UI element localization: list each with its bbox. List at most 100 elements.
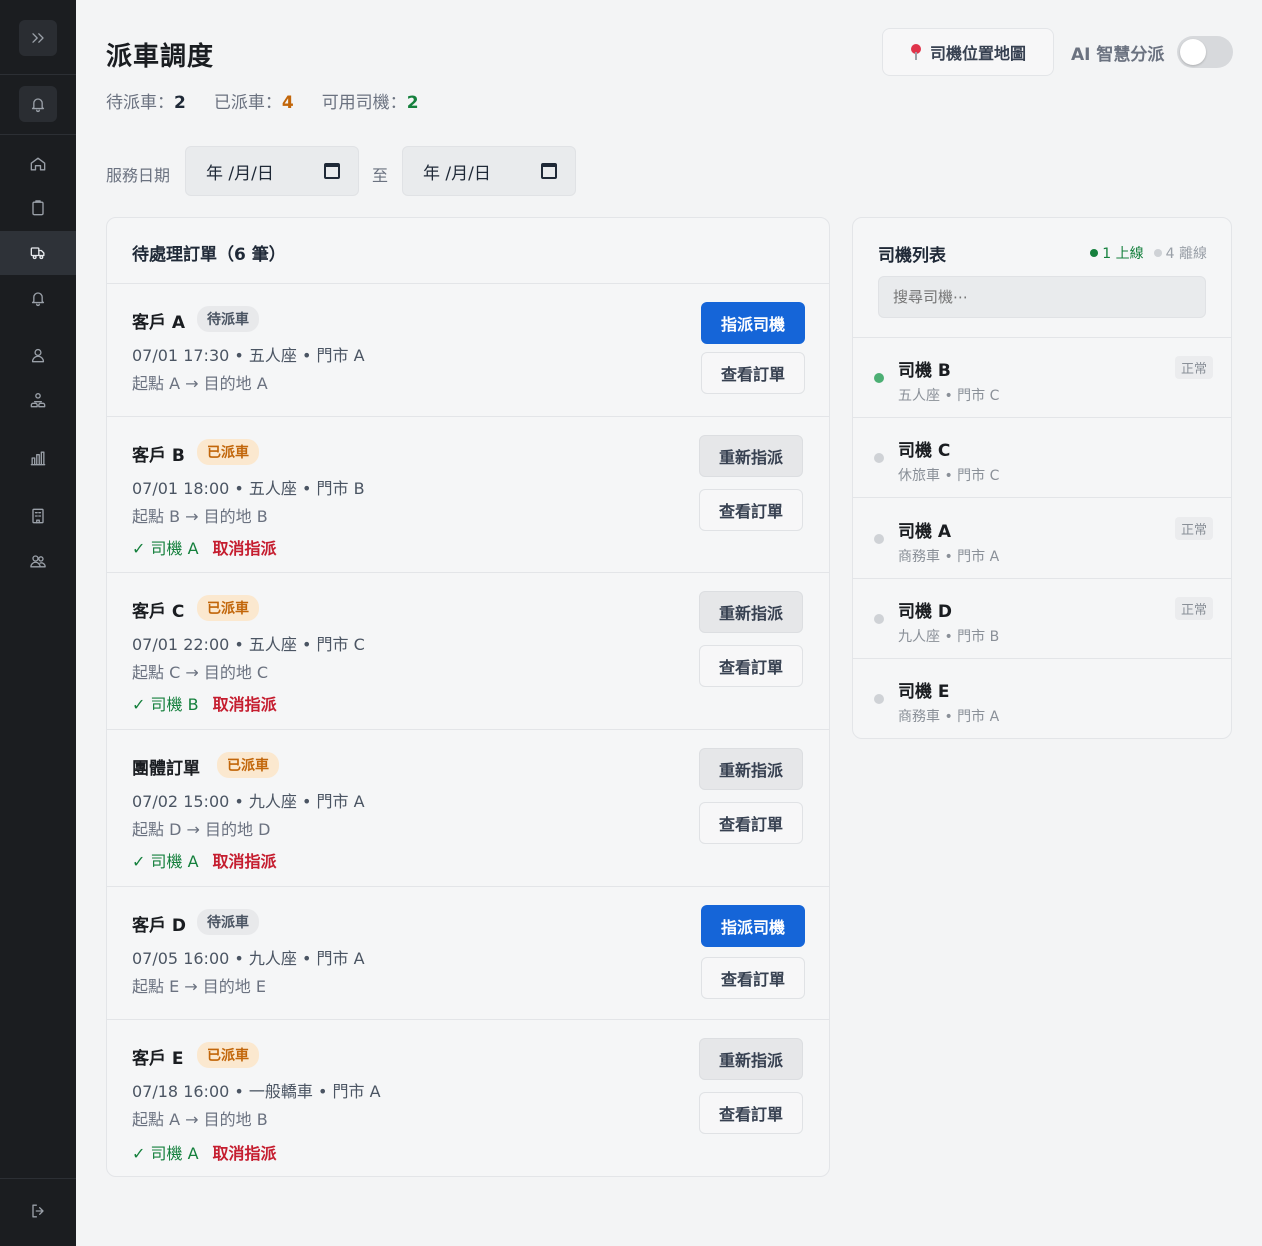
sidebar-item-stores[interactable] bbox=[19, 498, 57, 534]
driver-meta: 五人座 • 門市 C bbox=[898, 388, 1000, 404]
driver-status-badge: 正常 bbox=[1174, 356, 1213, 379]
driver-search-input[interactable] bbox=[878, 276, 1206, 318]
offline-status-dot bbox=[874, 694, 884, 704]
view-order-button[interactable]: 查看訂單 bbox=[699, 1092, 803, 1134]
driver-item[interactable]: 司機 A 商務車 • 門市 A 正常 bbox=[853, 499, 1231, 579]
order-customer-name: 客戶 E bbox=[132, 1049, 184, 1069]
stat-available-drivers: 可用司機：2 bbox=[321, 93, 419, 113]
calendar-icon[interactable] bbox=[541, 163, 557, 179]
dispatch-stats: 待派車：2 已派車：4 可用司機：2 bbox=[106, 88, 419, 113]
stat-dispatched-value: 4 bbox=[281, 93, 294, 113]
cancel-assignment-link[interactable]: 取消指派 bbox=[213, 852, 277, 871]
order-route: 起點 A → 目的地 B bbox=[132, 1110, 268, 1129]
toggle-knob bbox=[1180, 39, 1206, 65]
driver-online-legend: 1 上線 4 離線 bbox=[1090, 243, 1207, 263]
status-badge: 已派車 bbox=[197, 439, 259, 465]
order-card: 客戶 C 已派車 07/01 22:00 • 五人座 • 門市 C 起點 C →… bbox=[107, 573, 829, 730]
reassign-button[interactable]: 重新指派 bbox=[699, 591, 803, 633]
order-route: 起點 B → 目的地 B bbox=[132, 507, 268, 526]
status-badge: 待派車 bbox=[197, 306, 259, 332]
driver-meta: 商務車 • 門市 A bbox=[898, 549, 1000, 565]
stat-dispatched: 已派車：4 bbox=[213, 93, 294, 113]
sidebar-item-orders[interactable] bbox=[19, 190, 57, 226]
driver-map-button[interactable]: 司機位置地圖 bbox=[882, 28, 1054, 76]
status-badge: 已派車 bbox=[197, 595, 259, 621]
driver-item[interactable]: 司機 D 九人座 • 門市 B 正常 bbox=[853, 579, 1231, 659]
sidebar-item-alerts[interactable] bbox=[19, 86, 57, 122]
order-customer-name: 團體訂單 bbox=[132, 759, 200, 779]
expand-sidebar-button[interactable] bbox=[19, 20, 57, 56]
driver-name: 司機 C bbox=[898, 441, 951, 461]
driver-name: 司機 B bbox=[898, 361, 951, 381]
calendar-icon[interactable] bbox=[324, 163, 340, 179]
chart-icon bbox=[30, 451, 46, 466]
driver-meta: 九人座 • 門市 B bbox=[898, 629, 1000, 645]
view-order-button[interactable]: 查看訂單 bbox=[699, 645, 803, 687]
order-route: 起點 D → 目的地 D bbox=[132, 820, 271, 839]
order-card: 團體訂單 已派車 07/02 15:00 • 九人座 • 門市 A 起點 D →… bbox=[107, 730, 829, 887]
page-title: 派車調度 bbox=[106, 42, 215, 72]
team-icon bbox=[30, 393, 46, 408]
sidebar-divider bbox=[0, 74, 76, 75]
bell-icon bbox=[31, 98, 45, 113]
cancel-assignment-link[interactable]: 取消指派 bbox=[213, 1144, 277, 1163]
order-customer-name: 客戶 D bbox=[132, 916, 187, 936]
driver-status-badge: 正常 bbox=[1174, 597, 1213, 620]
sidebar-item-team[interactable] bbox=[19, 382, 57, 418]
sidebar-item-dispatch[interactable] bbox=[19, 235, 57, 271]
assigned-driver: ✓ 司機 A 取消指派 bbox=[132, 852, 277, 871]
logout-button[interactable] bbox=[19, 1193, 57, 1229]
status-badge: 已派車 bbox=[197, 1042, 259, 1068]
sidebar-item-profile[interactable] bbox=[19, 337, 57, 373]
driver-item[interactable]: 司機 B 五人座 • 門市 C 正常 bbox=[853, 338, 1231, 418]
driver-name: 司機 A bbox=[898, 522, 952, 542]
reassign-button[interactable]: 重新指派 bbox=[699, 1038, 803, 1080]
driver-meta: 商務車 • 門市 A bbox=[898, 709, 1000, 725]
start-date-input[interactable]: 年 /月/日 bbox=[185, 146, 359, 196]
sidebar-item-users[interactable] bbox=[19, 543, 57, 579]
cancel-assignment-link[interactable]: 取消指派 bbox=[213, 695, 277, 714]
assigned-driver: ✓ 司機 B 取消指派 bbox=[132, 695, 277, 714]
view-order-button[interactable]: 查看訂單 bbox=[701, 352, 805, 394]
driver-item[interactable]: 司機 C 休旅車 • 門市 C bbox=[853, 418, 1231, 498]
stat-pending: 待派車：2 bbox=[106, 93, 186, 113]
driver-name: 司機 E bbox=[898, 682, 950, 702]
end-date-input[interactable]: 年 /月/日 bbox=[402, 146, 576, 196]
cancel-assignment-link[interactable]: 取消指派 bbox=[213, 539, 277, 558]
offline-status-dot bbox=[874, 534, 884, 544]
view-order-button[interactable]: 查看訂單 bbox=[701, 957, 805, 999]
order-card: 客戶 B 已派車 07/01 18:00 • 五人座 • 門市 B 起點 B →… bbox=[107, 417, 829, 573]
order-customer-name: 客戶 A bbox=[132, 313, 186, 333]
order-meta: 07/02 15:00 • 九人座 • 門市 A bbox=[132, 792, 365, 811]
order-customer-name: 客戶 C bbox=[132, 602, 185, 622]
driver-status-badge: 正常 bbox=[1174, 517, 1213, 540]
order-meta: 07/05 16:00 • 九人座 • 門市 A bbox=[132, 949, 365, 968]
reassign-button[interactable]: 重新指派 bbox=[699, 435, 803, 477]
sidebar-item-notifications[interactable] bbox=[19, 280, 57, 316]
users-icon bbox=[30, 555, 46, 568]
assigned-driver: ✓ 司機 A 取消指派 bbox=[132, 539, 277, 558]
home-icon bbox=[30, 157, 46, 171]
ai-dispatch-toggle[interactable] bbox=[1177, 36, 1233, 68]
assign-driver-button[interactable]: 指派司機 bbox=[701, 905, 805, 947]
sidebar-item-home[interactable] bbox=[19, 146, 57, 182]
offline-status-dot bbox=[874, 453, 884, 463]
view-order-button[interactable]: 查看訂單 bbox=[699, 802, 803, 844]
assign-driver-button[interactable]: 指派司機 bbox=[701, 302, 805, 344]
view-order-button[interactable]: 查看訂單 bbox=[699, 489, 803, 531]
sidebar-divider bbox=[0, 134, 76, 135]
stat-available-drivers-value: 2 bbox=[406, 93, 419, 113]
driver-item[interactable]: 司機 E 商務車 • 門市 A bbox=[853, 659, 1231, 738]
assigned-driver: ✓ 司機 A 取消指派 bbox=[132, 1144, 277, 1163]
sidebar bbox=[0, 0, 76, 1246]
reassign-button[interactable]: 重新指派 bbox=[699, 748, 803, 790]
building-icon bbox=[32, 508, 44, 524]
pending-orders-title: 待處理訂單（6 筆） bbox=[107, 218, 829, 284]
map-pin-icon bbox=[910, 43, 922, 61]
online-dot-icon bbox=[1090, 249, 1099, 257]
user-icon bbox=[31, 348, 45, 363]
offline-count: 4 離線 bbox=[1153, 243, 1207, 263]
sidebar-item-reports[interactable] bbox=[19, 440, 57, 476]
status-badge: 待派車 bbox=[197, 909, 259, 935]
driver-list-title: 司機列表 bbox=[878, 246, 946, 266]
